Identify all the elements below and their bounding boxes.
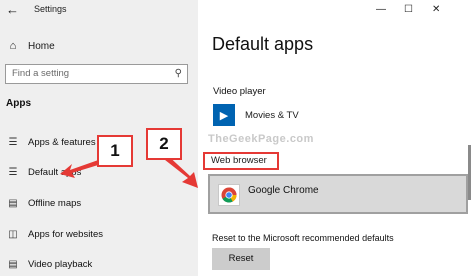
reset-description: Reset to the Microsoft recommended defau… [212, 233, 394, 243]
step-1-badge: 1 [97, 135, 133, 167]
back-arrow-icon[interactable]: ← [6, 2, 22, 18]
default-apps-icon: ☰ [8, 166, 18, 178]
video-player-label: Video player [213, 86, 266, 97]
video-player-app-name: Movies & TV [245, 109, 299, 121]
sidebar-item-label: Video playback [28, 258, 93, 270]
sidebar-item-label: Offline maps [28, 197, 82, 209]
sidebar-item-apps-for-websites[interactable]: ◫ Apps for websites [6, 226, 103, 242]
apps-features-icon: ☰ [8, 136, 18, 148]
maximize-button[interactable]: ☐ [404, 4, 413, 15]
home-icon: ⌂ [9, 40, 17, 52]
video-player-app-button[interactable]: ▶ Movies & TV [213, 104, 299, 126]
web-browser-label: Web browser [203, 152, 279, 170]
web-browser-app-button[interactable]: Google Chrome [208, 174, 468, 214]
sidebar-item-label: Apps for websites [28, 228, 103, 240]
video-playback-icon: ▤ [8, 258, 18, 270]
sidebar-item-video-playback[interactable]: ▤ Video playback [6, 256, 92, 272]
sidebar-item-offline-maps[interactable]: ▤ Offline maps [6, 195, 81, 211]
page-title: Default apps [212, 34, 314, 54]
close-button[interactable]: ✕ [432, 4, 440, 15]
window-title: Settings [34, 4, 67, 14]
search-icon[interactable]: ⚲ [175, 65, 182, 83]
nav-home[interactable]: ⌂ Home [6, 38, 55, 54]
web-browser-app-name: Google Chrome [248, 185, 319, 196]
minimize-button[interactable]: — [376, 4, 386, 15]
sidebar-item-label: Default apps [28, 166, 82, 178]
nav-home-label: Home [28, 40, 55, 52]
search-placeholder: Find a setting [12, 68, 70, 79]
sidebar-item-apps-features[interactable]: ☰ Apps & features [6, 134, 96, 150]
step-2-badge: 2 [146, 128, 182, 160]
movies-tv-icon: ▶ [213, 104, 235, 126]
section-title: Apps [6, 98, 31, 109]
apps-for-websites-icon: ◫ [8, 228, 18, 240]
sidebar-item-label: Apps & features [28, 136, 96, 148]
search-input[interactable]: Find a setting ⚲ [5, 64, 188, 84]
watermark: TheGeekPage.com [208, 133, 314, 145]
offline-maps-icon: ▤ [8, 197, 18, 209]
chrome-icon [218, 184, 240, 206]
sidebar-item-default-apps[interactable]: ☰ Default apps [6, 164, 82, 180]
reset-button[interactable]: Reset [212, 248, 270, 270]
scrollbar[interactable] [468, 145, 471, 200]
